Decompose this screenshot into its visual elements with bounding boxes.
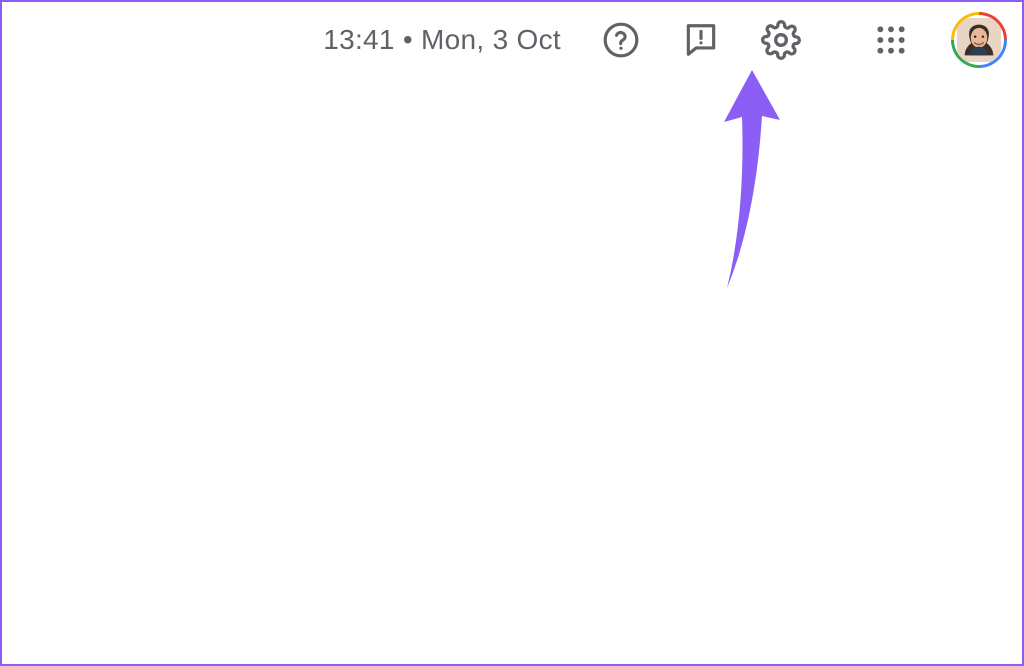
top-toolbar: 13:41 • Mon, 3 Oct [2,2,1022,77]
gear-icon [761,20,801,60]
help-button[interactable] [591,10,651,70]
help-circle-icon [602,21,640,59]
settings-button[interactable] [751,10,811,70]
profile-avatar[interactable] [951,12,1007,68]
datetime-label: 13:41 • Mon, 3 Oct [323,24,561,56]
feedback-icon [682,21,720,59]
annotation-arrow [692,60,802,305]
avatar-image [954,15,1004,65]
feedback-button[interactable] [671,10,731,70]
apps-button[interactable] [861,10,921,70]
apps-grid-icon [875,24,907,56]
